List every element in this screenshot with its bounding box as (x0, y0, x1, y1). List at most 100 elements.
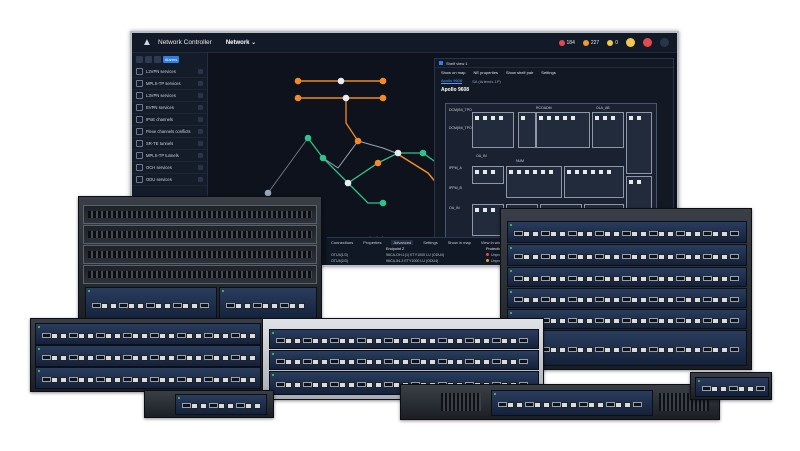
sidebar-item-service[interactable]: SR-TE tunnels (132, 138, 207, 150)
view-selector[interactable]: Network ⌄ (226, 39, 256, 46)
shelf-slot[interactable] (506, 166, 562, 198)
line-card (85, 287, 217, 321)
expand-icon[interactable] (198, 93, 203, 98)
rj45-port-icon (685, 297, 692, 303)
rj45-port-icon (110, 303, 117, 309)
expand-icon[interactable] (198, 129, 203, 134)
settings-icon[interactable] (660, 38, 669, 47)
port-icon (541, 170, 545, 174)
show-shelf-pair-button[interactable]: Show shelf pair (506, 70, 533, 75)
expand-icon[interactable] (198, 81, 203, 86)
rj45-port-icon (321, 382, 328, 388)
sidebar-item-service[interactable]: EVPN services (132, 102, 207, 114)
rj45-port-icon (694, 231, 701, 237)
rj45-port-icon (294, 338, 301, 344)
shelf-slot[interactable] (536, 112, 590, 148)
port-icon (483, 208, 487, 212)
expand-icon[interactable] (198, 153, 203, 158)
expand-icon[interactable] (198, 177, 203, 182)
map-node[interactable] (342, 94, 350, 102)
sfp-port-icon (146, 303, 155, 308)
rj45-port-icon (168, 377, 175, 383)
map-node[interactable] (294, 77, 302, 85)
map-node[interactable] (394, 149, 402, 157)
sidebar-item-service[interactable]: ODU services (132, 174, 207, 186)
ne-properties-button[interactable]: NE properties (473, 70, 497, 75)
sfp-port-icon (173, 303, 182, 308)
sidebar-tab-services[interactable] (136, 56, 143, 63)
rj45-port-icon (186, 333, 193, 339)
sidebar-item-service[interactable]: IPoE channels (132, 114, 207, 126)
sidebar-tab-list[interactable] (154, 56, 161, 63)
expand-icon[interactable] (198, 165, 203, 170)
tab-show-in-map[interactable]: Show in map (448, 240, 471, 245)
sidebar-item-label: L2VPN services (146, 69, 176, 74)
expand-icon[interactable] (198, 105, 203, 110)
rj45-port-icon (711, 386, 718, 392)
rj45-port-icon (105, 377, 112, 383)
service-icon (136, 164, 143, 171)
map-node[interactable] (379, 94, 387, 102)
line-card (35, 345, 261, 367)
map-node[interactable] (374, 159, 382, 167)
sidebar-item-service[interactable]: Flexe channels conflicts (132, 126, 207, 138)
map-node[interactable] (319, 154, 327, 162)
service-list: L2VPN services MPLS-TP services L3VPN serv… (132, 66, 207, 186)
sidebar-item-service[interactable]: MPLS-TP tunnels (132, 150, 207, 162)
rj45-port-icon (366, 382, 373, 388)
protection-status-icon (486, 259, 489, 262)
tab-connections[interactable]: Connections (331, 240, 353, 245)
shelf-slot[interactable] (592, 112, 624, 148)
sidebar-item-service[interactable]: MPLS-TP services (132, 78, 207, 90)
show-on-map-button[interactable]: Show on map (441, 70, 465, 75)
shelf-slot[interactable] (564, 166, 624, 198)
status-led-icon (510, 312, 512, 314)
sidebar-item-service[interactable]: OCH services (132, 162, 207, 174)
expand-icon[interactable] (198, 69, 203, 74)
tab-advanced[interactable]: Advanced (391, 239, 414, 245)
rj45-port-icon (195, 333, 202, 339)
shelf-slot[interactable] (518, 112, 536, 148)
port-icon (563, 116, 567, 120)
map-node[interactable] (344, 179, 352, 187)
sidebar-item-service[interactable]: L2VPN services (132, 66, 207, 78)
rj45-port-icon (712, 297, 719, 303)
sfp-port-icon (568, 297, 577, 302)
shelf-slot[interactable] (626, 112, 652, 174)
map-node[interactable] (379, 199, 387, 207)
rj45-port-icon (366, 359, 373, 365)
sidebar-item-service[interactable]: L3VPN services (132, 90, 207, 102)
row-label: DCM(INI_TPO (449, 108, 472, 112)
tab-sa[interactable]: SA (Artemis-1P) (472, 79, 501, 84)
rj45-port-icon (631, 231, 638, 237)
sidebar-tab-map[interactable] (145, 56, 152, 63)
expand-icon[interactable] (198, 117, 203, 122)
map-node[interactable] (419, 149, 427, 157)
map-node[interactable] (354, 137, 362, 145)
shelf-slot[interactable] (472, 166, 504, 184)
sfp-port-icon (622, 276, 631, 281)
rj45-port-icon (685, 347, 692, 353)
rj45-port-icon (604, 276, 611, 282)
settings-button[interactable]: Settings (541, 70, 555, 75)
tab-settings[interactable]: Settings (423, 240, 437, 245)
alarm-critical[interactable]: 184 (558, 39, 575, 46)
rj45-port-icon (624, 402, 631, 408)
shelf-slot[interactable] (472, 112, 514, 148)
rj45-port-icon (366, 338, 373, 344)
map-node[interactable] (337, 77, 345, 85)
map-node[interactable] (379, 77, 387, 85)
tab-apollo[interactable]: Apollo 9608 (441, 78, 463, 84)
sidebar-tab-alarms[interactable]: Alarms (163, 56, 179, 63)
tab-properties[interactable]: Properties (363, 240, 381, 245)
rj45-port-icon (721, 297, 728, 303)
alarm-major[interactable]: 227 (582, 39, 599, 46)
map-node[interactable] (304, 134, 312, 142)
notifications-icon[interactable] (643, 38, 652, 47)
map-node[interactable] (294, 94, 302, 102)
connection-tabs: Connections Properties Advanced Settings… (327, 238, 506, 246)
expand-icon[interactable] (198, 141, 203, 146)
alarm-minor[interactable]: 0 (607, 39, 618, 46)
user-icon[interactable] (626, 38, 635, 47)
rj45-port-icon (658, 347, 665, 353)
